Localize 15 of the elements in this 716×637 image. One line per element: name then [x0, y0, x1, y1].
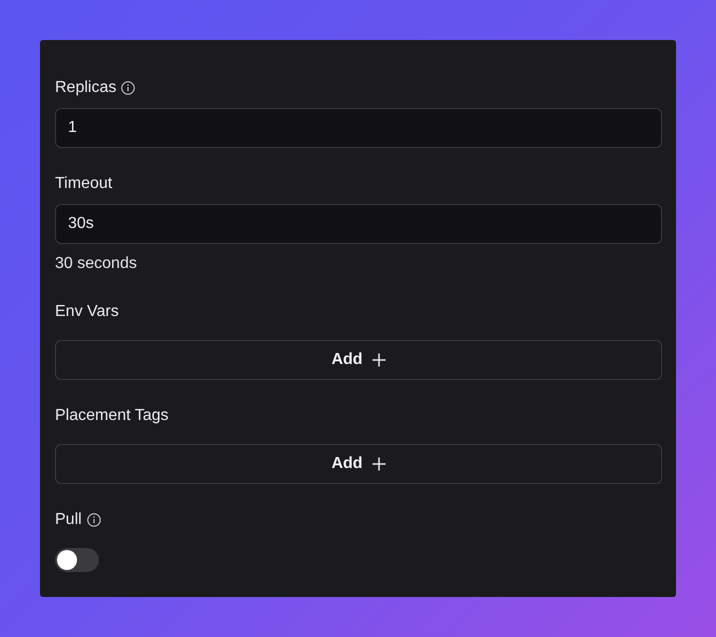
text-field[interactable]: 1 — [55, 108, 662, 148]
field-label: Placement Tags — [55, 407, 169, 425]
field-label: Timeout — [55, 175, 112, 193]
plus-icon — [372, 457, 386, 471]
info-icon[interactable] — [86, 513, 101, 527]
add-button[interactable]: Add — [55, 340, 662, 380]
field-label: Pull — [55, 511, 82, 529]
plus-icon — [372, 353, 386, 367]
field-label: Replicas — [55, 79, 116, 97]
info-icon[interactable] — [121, 81, 136, 95]
field-hint: 30 seconds — [55, 254, 138, 274]
add-button[interactable]: Add — [55, 444, 662, 484]
field-label: Env Vars — [55, 303, 119, 321]
toggle-switch[interactable] — [55, 548, 99, 572]
text-field[interactable]: 30s — [55, 204, 662, 244]
